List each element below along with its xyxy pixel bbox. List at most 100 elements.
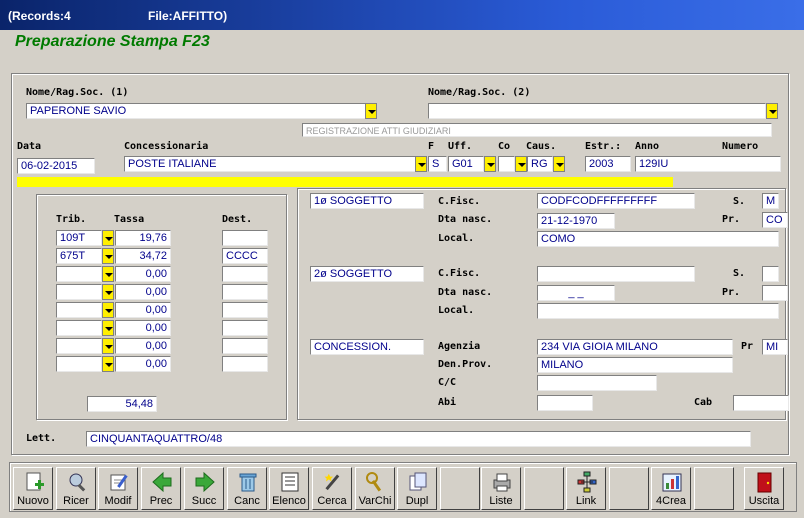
s1-local-field[interactable]: COMO — [537, 231, 779, 247]
caus-field[interactable]: RG — [527, 156, 553, 172]
toolbar-button-link[interactable]: Link — [566, 467, 606, 510]
toolbar-button-varchi[interactable]: VarChi — [355, 467, 395, 510]
s1-dtanasc-field[interactable]: 21-12-1970 — [537, 213, 615, 229]
trib-dropdown-button[interactable] — [102, 284, 114, 300]
dest-field[interactable] — [222, 320, 268, 336]
network-icon — [576, 471, 598, 493]
cab-label: Cab — [694, 397, 713, 408]
nome1-field[interactable]: PAPERONE SAVIO — [26, 103, 366, 119]
agenzia-field[interactable]: 234 VIA GIOIA MILANO — [537, 339, 733, 355]
s1-cfisc-label: C.Fisc. — [438, 196, 481, 207]
tassa-field[interactable]: 0,00 — [115, 266, 171, 282]
toolbar-button-label: Link — [575, 495, 597, 507]
s1-cfisc-field[interactable]: CODFCODFFFFFFFFF — [537, 193, 695, 209]
caus-dropdown-button[interactable] — [553, 156, 565, 172]
trib-dropdown-button[interactable] — [102, 230, 114, 246]
s1-local-label: Local. — [438, 233, 475, 244]
trib-code-field[interactable]: 109T — [56, 230, 102, 246]
estr-field[interactable]: 2003 — [585, 156, 631, 172]
trib-dropdown-button[interactable] — [102, 302, 114, 318]
trib-code-field[interactable] — [56, 266, 102, 282]
dest-field[interactable] — [222, 338, 268, 354]
s2-cfisc-field[interactable] — [537, 266, 695, 282]
nome1-dropdown-button[interactable] — [365, 103, 377, 119]
dest-field[interactable] — [222, 230, 268, 246]
toolbar-button-empty[interactable] — [440, 467, 480, 510]
trib-code-field[interactable] — [56, 302, 102, 318]
toolbar-button-prec[interactable]: Prec — [141, 467, 181, 510]
tassa-field[interactable]: 0,00 — [115, 356, 171, 372]
s1-s-field[interactable]: M — [762, 193, 779, 209]
toolbar-button-empty[interactable] — [524, 467, 564, 510]
tassa-field[interactable]: 19,76 — [115, 230, 171, 246]
toolbar-button-4crea[interactable]: 4Crea — [651, 467, 691, 510]
abi-field[interactable] — [537, 395, 593, 411]
s2-local-field[interactable] — [537, 303, 779, 319]
denprov-field[interactable]: MILANO — [537, 357, 733, 373]
dest-field[interactable] — [222, 302, 268, 318]
toolbar-button-ricer[interactable]: Ricer — [56, 467, 96, 510]
tassa-field[interactable]: 34,72 — [115, 248, 171, 264]
trib-dropdown-button[interactable] — [102, 320, 114, 336]
records-count: (Records:4 — [8, 9, 71, 23]
dest-field[interactable] — [222, 284, 268, 300]
toolbar-button-succ[interactable]: Succ — [184, 467, 224, 510]
trib-dropdown-button[interactable] — [102, 356, 114, 372]
concessionaria-dropdown-button[interactable] — [415, 156, 427, 172]
trib-code-field[interactable]: 675T — [56, 248, 102, 264]
uff-field[interactable]: G01 — [448, 156, 484, 172]
trib-dropdown-button[interactable] — [102, 248, 114, 264]
nome2-dropdown-button[interactable] — [766, 103, 778, 119]
cab-field[interactable] — [733, 395, 789, 411]
trib-dropdown-button[interactable] — [102, 338, 114, 354]
concessionaria-field[interactable]: POSTE ITALIANE — [124, 156, 416, 172]
toolbar-button-label: 4Crea — [656, 495, 686, 507]
uff-dropdown-button[interactable] — [484, 156, 496, 172]
toolbar-button-dupl[interactable]: Dupl — [397, 467, 437, 510]
lettere-field[interactable]: CINQUANTAQUATTRO/48 — [86, 431, 751, 447]
toolbar-button-empty[interactable] — [609, 467, 649, 510]
toolbar-button-label: VarChi — [358, 495, 392, 507]
cc-field[interactable] — [537, 375, 657, 391]
data-field[interactable]: 06-02-2015 — [17, 158, 95, 174]
file-name: File:AFFITTO) — [148, 9, 228, 23]
f-field[interactable]: S — [428, 156, 447, 172]
arrow-left-icon — [151, 471, 173, 493]
trib-code-field[interactable] — [56, 284, 102, 300]
toolbar-button-empty[interactable] — [694, 467, 734, 510]
dest-field[interactable]: CCCC — [222, 248, 268, 264]
toolbar-button-canc[interactable]: Canc — [227, 467, 267, 510]
tassa-field[interactable]: 0,00 — [115, 320, 171, 336]
toolbar-button-liste[interactable]: Liste — [481, 467, 521, 510]
toolbar-button-nuovo[interactable]: Nuovo — [13, 467, 53, 510]
lettere-label: Lett. — [26, 433, 57, 444]
toolbar-button-label: Nuovo — [17, 495, 49, 507]
co-dropdown-button[interactable] — [515, 156, 527, 172]
agenzia-label: Agenzia — [438, 341, 481, 352]
toolbar-button-uscita[interactable]: Uscita — [744, 467, 784, 510]
dest-field[interactable] — [222, 356, 268, 372]
toolbar-button-label: Liste — [489, 495, 513, 507]
s2-pr-field[interactable] — [762, 285, 788, 301]
trib-code-field[interactable] — [56, 356, 102, 372]
toolbar-button-modif[interactable]: Modif — [98, 467, 138, 510]
toolbar-button-cerca[interactable]: Cerca — [312, 467, 352, 510]
trib-dropdown-button[interactable] — [102, 266, 114, 282]
toolbar-button-elenco[interactable]: Elenco — [269, 467, 309, 510]
tassa-field[interactable]: 0,00 — [115, 284, 171, 300]
anno-field[interactable]: 129IU — [635, 156, 781, 172]
concessione-pr-field[interactable]: MI — [762, 339, 788, 355]
s2-dtanasc-field[interactable]: _ _ — [537, 285, 615, 301]
nome2-field[interactable] — [428, 103, 766, 119]
tassa-field[interactable]: 0,00 — [115, 338, 171, 354]
s2-s-field[interactable] — [762, 266, 779, 282]
s1-pr-field[interactable]: CO — [762, 212, 788, 228]
co-field[interactable] — [498, 156, 515, 172]
edit-icon — [108, 471, 130, 493]
tassa-field[interactable]: 0,00 — [115, 302, 171, 318]
trib-code-field[interactable] — [56, 320, 102, 336]
dest-field[interactable] — [222, 266, 268, 282]
trib-code-field[interactable] — [56, 338, 102, 354]
toolbar-button-label: Ricer — [63, 495, 89, 507]
soggetto2-title: 2ø SOGGETTO — [310, 266, 424, 282]
